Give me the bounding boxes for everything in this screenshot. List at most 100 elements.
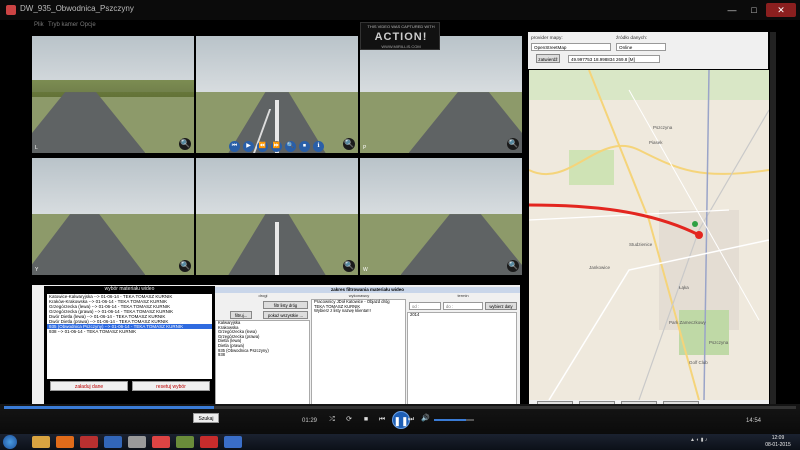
- tray-icons[interactable]: ▲ ◐ ▮ ♪: [690, 437, 707, 443]
- volume-icon[interactable]: 🔊: [421, 414, 430, 422]
- stop-icon[interactable]: ■: [359, 413, 373, 427]
- watermark-url: WWW.MIRILLIS.COM: [381, 44, 421, 49]
- camera-label: W: [363, 267, 368, 273]
- map-place: Pszczyna: [653, 125, 673, 130]
- start-button[interactable]: [3, 435, 17, 449]
- zoom-icon[interactable]: 🔍: [179, 260, 191, 272]
- filter-button[interactable]: filtruj...: [230, 311, 252, 319]
- contractors-column-header: wykonawcy: [348, 293, 370, 298]
- video-material-selector: wybór materiału wideo Katowice-Kalwaryjs…: [44, 286, 215, 406]
- scrollbar[interactable]: [770, 32, 776, 410]
- roads-list-filter-button[interactable]: filtr listy dróg: [263, 301, 308, 309]
- load-data-button[interactable]: załaduj dane: [50, 381, 128, 391]
- window-title: DW_935_Obwodnica_Pszczyny: [20, 4, 134, 13]
- zoom-icon[interactable]: 🔍: [343, 260, 355, 272]
- taskbar-app-icon[interactable]: [104, 436, 122, 448]
- taskbar-app-icon[interactable]: [224, 436, 242, 448]
- zoom-icon[interactable]: 🔍: [507, 138, 519, 150]
- taskbar-app-icon[interactable]: [176, 436, 194, 448]
- camera-view-front[interactable]: 🔍: [196, 36, 358, 153]
- camera-view-left[interactable]: L 🔍: [32, 36, 194, 153]
- data-source-select[interactable]: Online: [616, 43, 666, 51]
- previous-icon[interactable]: ⏮: [375, 413, 389, 427]
- camera-label: L: [35, 145, 38, 151]
- shuffle-icon[interactable]: ⤮: [325, 413, 339, 427]
- contractor-item[interactable]: Wybierz z listy nazwę klienta!!!: [312, 309, 405, 314]
- list-item[interactable]: 938 --> 01-06-14 - TEKA TOMASZ KURNIK: [47, 329, 212, 334]
- first-frame-button[interactable]: ⏮: [229, 141, 240, 152]
- road-item[interactable]: 938: [216, 353, 309, 358]
- menu-opcje[interactable]: Opcje: [80, 22, 96, 28]
- system-clock[interactable]: 12:09 08-01-2015: [760, 435, 796, 448]
- remaining-time: 14:54: [746, 418, 762, 424]
- confirm-button[interactable]: zatwierdź: [536, 54, 560, 63]
- camera-view-rear-right[interactable]: W 🔍: [360, 158, 522, 275]
- roads-column-header: drogi: [258, 293, 268, 298]
- menu-tryb-kamer[interactable]: Tryb kamer: [48, 22, 78, 28]
- coordinates-field: 49.997753 18.998834 269.8 [M]: [568, 55, 660, 63]
- stop-icon[interactable]: ⏹: [299, 141, 310, 152]
- volume-slider-fill: [434, 419, 466, 421]
- taskbar-app-icon[interactable]: [152, 436, 170, 448]
- camera-label: P: [363, 145, 367, 151]
- taskbar-app-icon[interactable]: [128, 436, 146, 448]
- camera-view-rear[interactable]: 🔍: [196, 158, 358, 275]
- map-provider-select[interactable]: OpenStreetMap: [531, 43, 611, 51]
- forward-icon[interactable]: ⏩: [271, 141, 282, 152]
- camera-view-right[interactable]: P 🔍: [360, 36, 522, 153]
- close-button[interactable]: ✕: [766, 3, 796, 17]
- selector-title: wybór materiału wideo: [104, 286, 155, 292]
- play-icon[interactable]: ▶: [243, 141, 254, 152]
- camera-label: Y: [35, 267, 39, 273]
- repeat-icon[interactable]: ⟳: [342, 413, 356, 427]
- taskbar-app-icon[interactable]: [200, 436, 218, 448]
- map-place: Studzienice: [629, 242, 653, 247]
- map-place: Park Zameczkowy: [669, 320, 706, 325]
- dates-list[interactable]: 2014: [407, 312, 517, 405]
- search-icon[interactable]: 🔍: [285, 141, 296, 152]
- maximize-button[interactable]: □: [744, 3, 764, 17]
- watermark-caption: THIS VIDEO WAS CAPTURED WITH: [367, 24, 435, 29]
- date-item[interactable]: 2014: [408, 312, 516, 318]
- date-to-input[interactable]: do :: [443, 302, 483, 310]
- menu-plik[interactable]: Plik: [34, 22, 44, 28]
- zoom-icon[interactable]: 🔍: [343, 138, 355, 150]
- video-material-list[interactable]: Katowice-Kalwaryjska --> 01-06-14 - TEKA…: [47, 294, 212, 379]
- info-icon[interactable]: ℹ: [313, 141, 324, 152]
- seek-tooltip: Szukaj: [193, 413, 219, 423]
- minimize-button[interactable]: —: [722, 3, 742, 17]
- zoom-icon[interactable]: 🔍: [179, 138, 191, 150]
- map-place: Golf Club: [689, 360, 708, 365]
- map-canvas: [529, 70, 769, 400]
- map-place: Jankowice: [589, 265, 611, 270]
- date-from-input[interactable]: od :: [409, 302, 441, 310]
- start-marker: [692, 221, 698, 227]
- elapsed-time: 01:29: [302, 418, 318, 424]
- current-position-marker: [695, 231, 703, 239]
- taskbar-explorer-icon[interactable]: [32, 436, 50, 448]
- select-dates-button[interactable]: wybierz daty: [485, 302, 517, 310]
- reset-selection-button[interactable]: resetuj wybór: [132, 381, 210, 391]
- map-place: Piasek: [649, 140, 663, 145]
- taskbar-app-icon[interactable]: [80, 436, 98, 448]
- contractors-list[interactable]: Pracownicy JDoł Katowice - Objazd dróg T…: [311, 299, 406, 405]
- show-all-button[interactable]: pokaż wszystkie ...: [263, 311, 308, 319]
- map-place: Łąka: [679, 285, 689, 290]
- taskbar-media-icon[interactable]: [56, 436, 74, 448]
- clock-date: 08-01-2015: [765, 441, 791, 448]
- noise-barrier: [32, 80, 194, 97]
- title-bar: DW_935_Obwodnica_Pszczyny — □ ✕: [0, 0, 800, 20]
- data-source-label: źródło danych:: [616, 36, 648, 41]
- map-place: Pszczyna: [709, 340, 729, 345]
- seek-bar-fill: [4, 406, 214, 409]
- camera-view-rear-left[interactable]: Y 🔍: [32, 158, 194, 275]
- date-column-header: termin: [457, 293, 469, 298]
- app-icon: [6, 5, 16, 15]
- rewind-icon[interactable]: ⏪: [257, 141, 268, 152]
- roads-list[interactable]: Kalwaryjska Krakowska Grzegórzecka (lewa…: [215, 320, 310, 405]
- capture-watermark: THIS VIDEO WAS CAPTURED WITH ACTION! WWW…: [360, 22, 440, 50]
- map-view[interactable]: Pszczyna Piasek Studzienice Jankowice Łą…: [529, 70, 769, 400]
- provider-label: provider mapy:: [531, 36, 563, 41]
- zoom-icon[interactable]: 🔍: [507, 260, 519, 272]
- next-icon[interactable]: ⏭: [404, 413, 418, 427]
